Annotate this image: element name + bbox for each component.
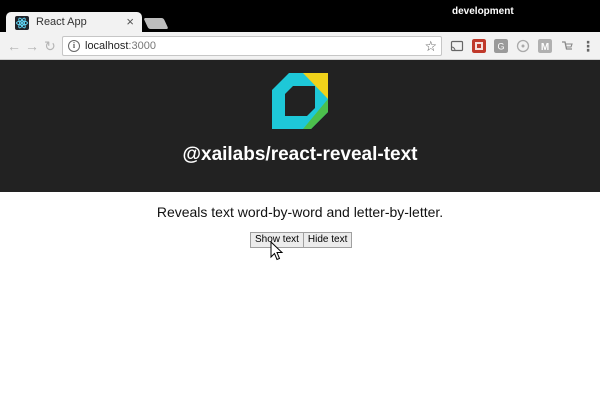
profile-label: development bbox=[452, 6, 514, 17]
intro-text: Reveals text word-by-word and letter-by-… bbox=[156, 204, 444, 220]
red-extension-icon[interactable] bbox=[472, 39, 486, 53]
browser-window: React App × development ← → ↻ i localhos… bbox=[0, 0, 600, 400]
m-extension-icon[interactable]: M bbox=[538, 39, 552, 53]
page-title: @xailabs/react-reveal-text bbox=[182, 144, 418, 165]
circle-extension-icon[interactable] bbox=[516, 39, 530, 53]
svg-text:M: M bbox=[541, 42, 549, 53]
new-tab-button[interactable] bbox=[143, 18, 169, 29]
menu-kebab-icon[interactable]: ⋮ bbox=[580, 38, 596, 54]
tab-title: React App bbox=[36, 16, 87, 28]
url-text[interactable]: localhost:3000 bbox=[85, 40, 156, 52]
url-host: localhost bbox=[85, 40, 129, 52]
app-header: @xailabs/react-reveal-text bbox=[0, 60, 600, 192]
hide-text-button[interactable]: Hide text bbox=[303, 232, 353, 248]
close-tab-icon[interactable]: × bbox=[126, 15, 134, 29]
bookmark-star-icon[interactable]: ☆ bbox=[424, 38, 437, 54]
url-port: :3000 bbox=[128, 40, 156, 52]
back-arrow-icon[interactable]: ← bbox=[6, 38, 22, 54]
browser-tab-strip: React App × development bbox=[0, 0, 600, 34]
mouse-cursor-icon bbox=[270, 241, 284, 261]
button-group: Show text Hide text bbox=[250, 232, 353, 248]
browser-toolbar: ← → ↻ i localhost:3000 ☆ G M ⋮ bbox=[0, 32, 600, 60]
svg-text:G: G bbox=[497, 42, 504, 52]
browser-tab[interactable]: React App × bbox=[6, 12, 142, 34]
info-icon[interactable]: i bbox=[68, 40, 80, 52]
reload-icon[interactable]: ↻ bbox=[42, 38, 58, 54]
react-atom-icon bbox=[15, 16, 29, 30]
gray-g-extension-icon[interactable]: G bbox=[494, 39, 508, 53]
shopping-extension-icon[interactable] bbox=[560, 39, 574, 53]
address-bar[interactable]: i localhost:3000 ☆ bbox=[62, 36, 442, 56]
xailabs-logo bbox=[272, 73, 328, 129]
cast-icon[interactable] bbox=[450, 39, 464, 53]
forward-arrow-icon[interactable]: → bbox=[24, 38, 40, 54]
